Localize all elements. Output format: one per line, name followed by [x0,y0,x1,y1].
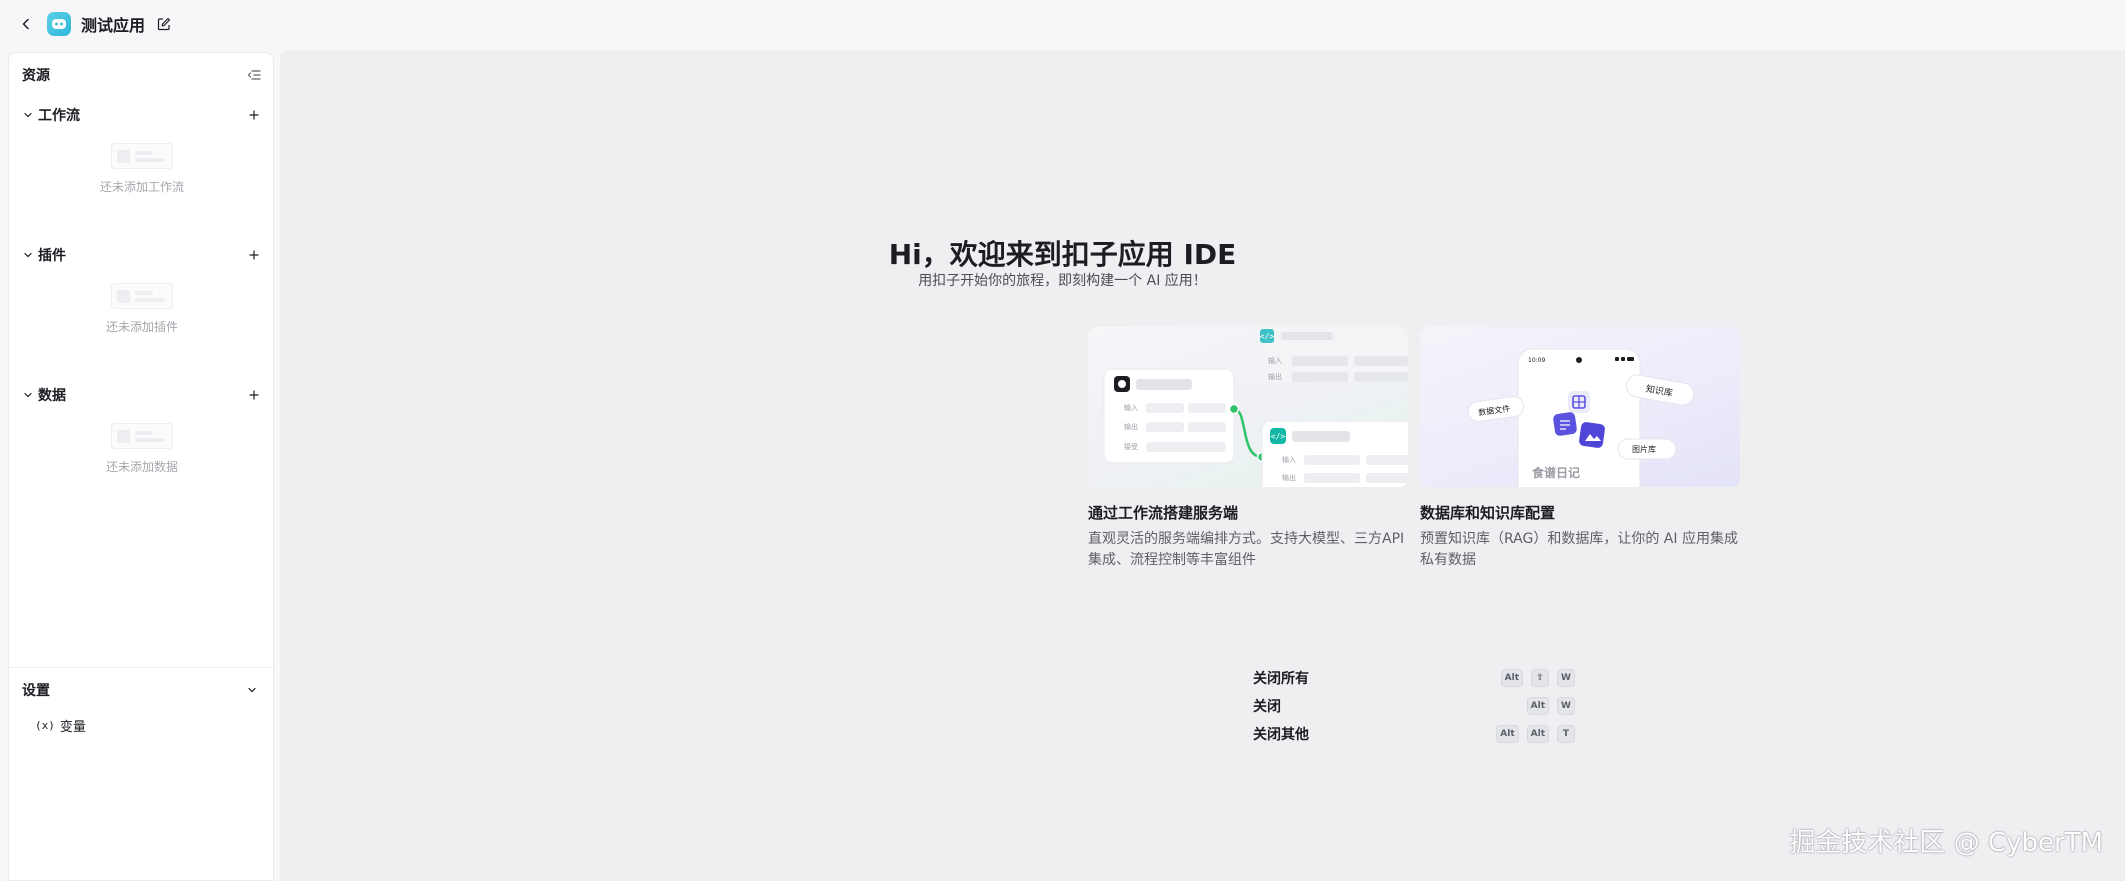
workflow-feature-card[interactable]: </> 输入 输出 输入 输出 接受 </> 输入 输出 通过工作流搭建服务端 … [1088,327,1408,571]
empty-placeholder-illustration [111,143,173,169]
svg-text:10:09: 10:09 [1528,357,1545,364]
svg-text:</>: </> [1271,432,1286,441]
workflow-empty-state: 还未添加工作流 [22,143,262,195]
variable-icon: (x) [35,718,55,732]
plugin-empty-text: 还未添加插件 [105,320,178,334]
svg-text:输出: 输出 [1268,372,1282,381]
key-cap: Alt [1526,725,1549,743]
edit-icon[interactable] [157,16,173,32]
sidebar-title: 资源 [22,68,50,84]
app-logo-icon [47,12,71,36]
shortcut-label: 关闭 [1253,699,1281,715]
plugin-empty-state: 还未添加插件 [22,283,262,335]
shortcut-close-all: 关闭所有 Alt ⇧ W [1253,664,1575,692]
key-cap: Alt [1526,697,1549,715]
knowledge-illustration: 10:09 食谱日记 数据文件 知识库 图片库 [1420,327,1740,487]
key-cap: ⇧ [1531,669,1549,687]
sidebar-divider [9,667,273,668]
chevron-down-icon [22,389,34,401]
svg-text:食谱日记: 食谱日记 [1531,465,1580,480]
svg-text:输入: 输入 [1282,455,1296,464]
knowledge-card-title: 数据库和知识库配置 [1420,504,1556,522]
svg-text:图片库: 图片库 [1632,444,1656,454]
svg-text:输出: 输出 [1282,473,1296,482]
workflow-section-label: 工作流 [38,108,80,124]
knowledge-card-description: 预置知识库（RAG）和数据库，让你的 AI 应用集成 私有数据 [1420,531,1738,568]
app-title: 测试应用 [81,16,146,35]
settings-label: 设置 [22,683,50,699]
shortcut-label: 关闭其他 [1253,727,1309,743]
svg-text:输出: 输出 [1124,422,1138,431]
back-arrow-icon[interactable] [18,16,34,32]
svg-text:</>: </> [1260,332,1275,341]
data-empty-text: 还未添加数据 [105,460,178,474]
data-section-header[interactable]: 数据 [22,383,262,407]
workflow-card-description: 直观灵活的服务端编排方式。支持大模型、三方API 集成、流程控制等丰富组件 [1088,531,1405,568]
workflow-empty-text: 还未添加工作流 [99,180,184,194]
svg-text:输入: 输入 [1124,403,1138,412]
top-bar: 测试应用 [0,0,2125,48]
knowledge-feature-card[interactable]: 10:09 食谱日记 数据文件 知识库 图片库 数据库和知识库配置 预置知识库（… [1420,327,1740,571]
welcome-title: Hi，欢迎来到扣子应用 IDE [888,238,1237,271]
keyboard-shortcuts: 关闭所有 Alt ⇧ W 关闭 Alt W 关闭其他 Alt Alt T [1253,664,1575,748]
add-workflow-icon[interactable] [246,107,262,123]
resource-sidebar: 资源 工作流 还未添加工作流 插件 还未添加插件 数据 还未添加数据 设置 (x… [8,52,274,881]
shortcut-label: 关闭所有 [1253,671,1309,687]
key-cap: Alt [1500,669,1523,687]
add-data-icon[interactable] [246,387,262,403]
settings-section-header[interactable]: 设置 [22,678,262,702]
workflow-section: 工作流 还未添加工作流 [22,103,262,195]
shortcut-close-others: 关闭其他 Alt Alt T [1253,720,1575,748]
settings-item-variables[interactable]: (x) 变量 [35,715,86,735]
data-empty-state: 还未添加数据 [22,423,262,475]
collapse-sidebar-icon[interactable] [246,67,262,83]
key-cap: W [1557,697,1575,715]
workflow-section-header[interactable]: 工作流 [22,103,262,127]
welcome-subtitle: 用扣子开始你的旅程，即刻构建一个 AI 应用！ [918,273,1207,289]
chevron-down-icon [246,684,258,696]
sidebar-header: 资源 [22,63,262,87]
key-cap: T [1557,725,1575,743]
variables-label: 变量 [59,719,86,735]
svg-text:接受: 接受 [1124,442,1138,451]
data-section-label: 数据 [38,388,66,404]
data-section: 数据 还未添加数据 [22,383,262,475]
chevron-down-icon [22,109,34,121]
workflow-card-title: 通过工作流搭建服务端 [1088,504,1239,522]
shortcut-close: 关闭 Alt W [1253,692,1575,720]
key-cap: Alt [1496,725,1519,743]
empty-placeholder-illustration [111,423,173,449]
key-cap: W [1557,669,1575,687]
workflow-illustration: </> 输入 输出 输入 输出 接受 </> 输入 输出 [1088,327,1408,487]
svg-text:输入: 输入 [1268,356,1282,365]
watermark: 掘金技术社区 @ CyberTM [1789,828,2103,858]
